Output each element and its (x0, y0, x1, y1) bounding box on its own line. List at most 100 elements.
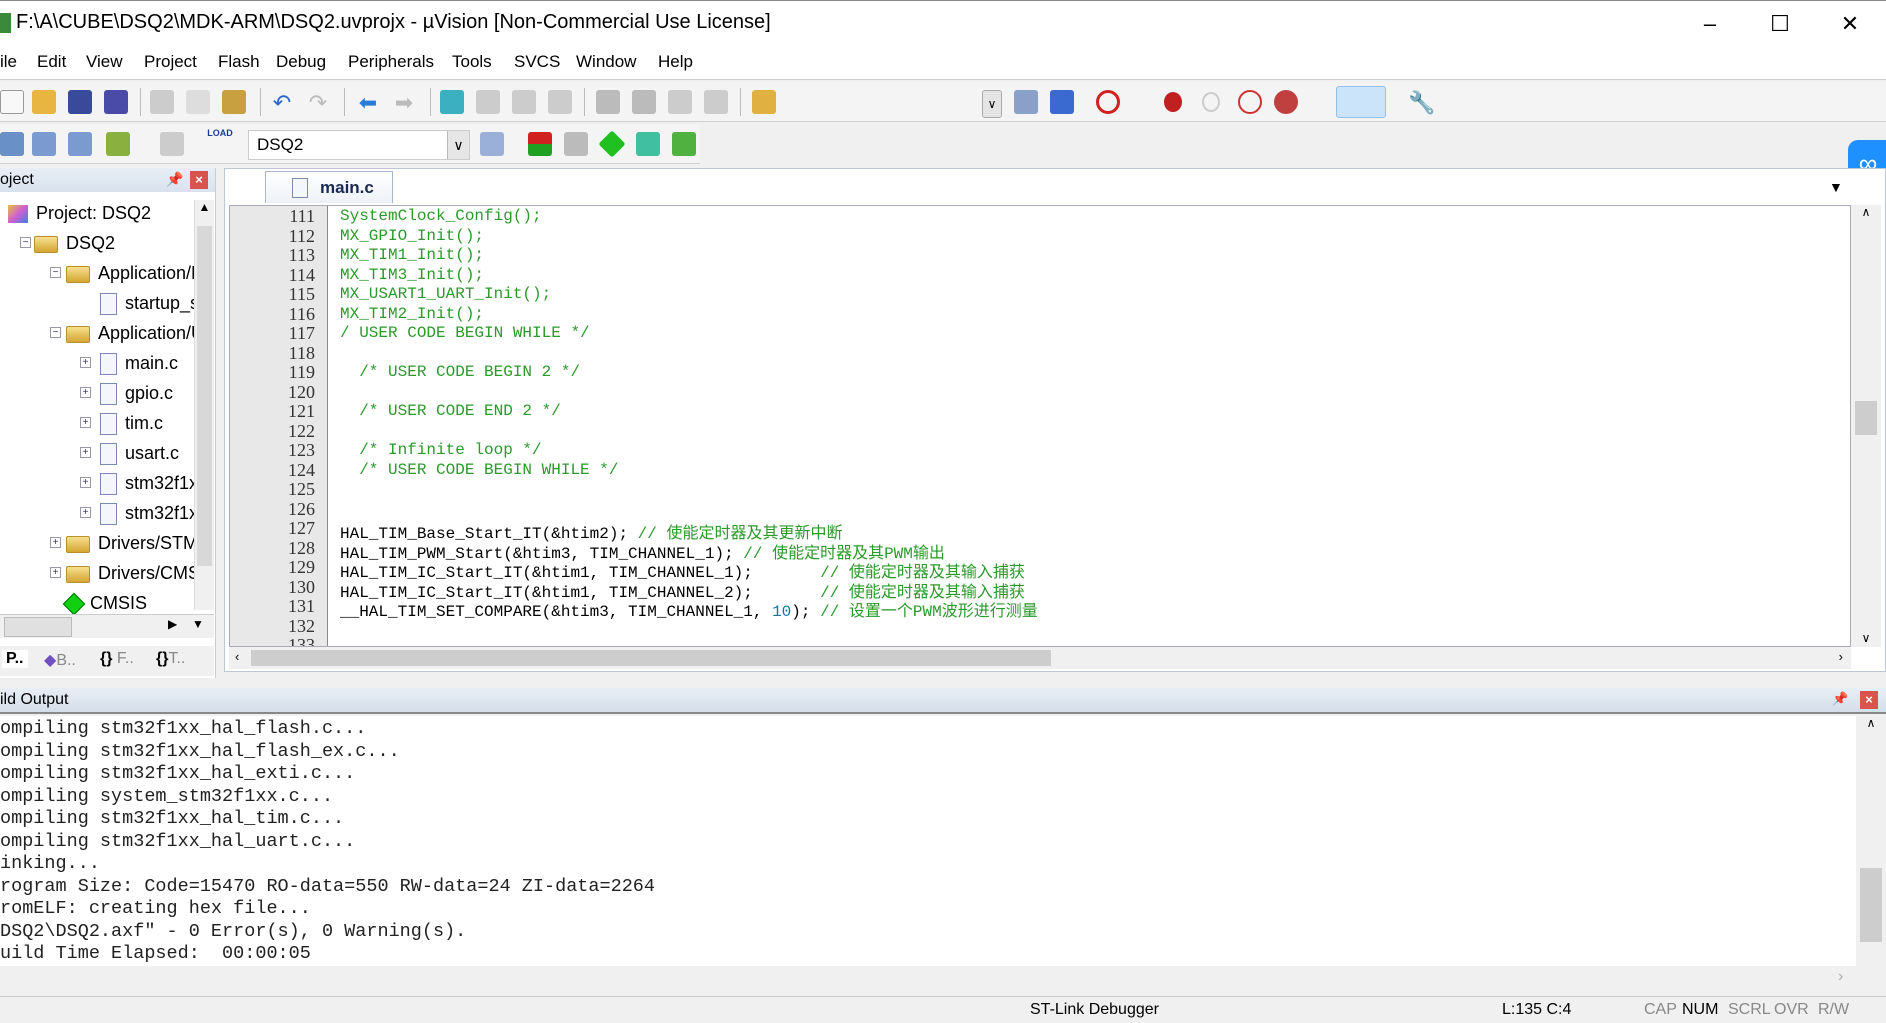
close-output-icon[interactable]: × (1860, 691, 1878, 709)
editor-vscrollbar[interactable]: ∧ ∨ (1851, 205, 1881, 647)
kill-breakpoints-icon[interactable] (1274, 90, 1298, 114)
scroll-right-icon[interactable]: › (1838, 968, 1843, 986)
tree-item[interactable]: + tim.c (0, 408, 196, 438)
disable-breakpoint-icon[interactable] (1202, 92, 1220, 112)
scroll-up-icon[interactable]: ▲ (195, 200, 214, 222)
tab-templates[interactable]: {}T.. (156, 650, 185, 668)
hscroll-thumb[interactable] (4, 617, 72, 637)
manage-project-icon[interactable] (528, 132, 552, 156)
manage-rte-icon[interactable] (598, 130, 626, 158)
menu-file[interactable]: ile (0, 52, 17, 72)
scroll-right-icon[interactable]: ▶ (168, 617, 177, 631)
code-area[interactable]: 111 112 113 114 115 116 117 118 119 120 121 122 123 1… (229, 205, 1851, 647)
translate-icon[interactable] (0, 132, 24, 156)
scroll-down-icon[interactable]: ∨ (1851, 631, 1881, 645)
menu-help[interactable]: Help (658, 52, 693, 72)
menu-svcs[interactable]: SVCS (514, 52, 560, 72)
indent-icon[interactable] (596, 90, 620, 114)
menu-peripherals[interactable]: Peripherals (348, 52, 434, 72)
expand-icon[interactable]: + (80, 447, 91, 458)
menu-edit[interactable]: Edit (37, 52, 66, 72)
menu-debug[interactable]: Debug (276, 52, 326, 72)
collapse-icon[interactable]: − (50, 267, 61, 278)
target-select[interactable]: DSQ2 ∨ (248, 130, 470, 160)
menu-window[interactable]: Window (576, 52, 636, 72)
nav-back-icon[interactable]: ⬅ (356, 90, 380, 115)
chevron-down-icon[interactable]: ∨ (447, 131, 469, 159)
cut-icon[interactable] (150, 90, 174, 114)
tree-item[interactable]: + Drivers/STM32F1xx_HAL_Driver (0, 528, 196, 558)
scroll-left-icon[interactable]: ‹ (235, 649, 239, 664)
configure-icon[interactable]: 🔧 (1408, 90, 1435, 115)
nav-forward-icon[interactable]: ➡ (392, 90, 416, 115)
open-icon[interactable] (32, 90, 56, 114)
download-icon[interactable]: LOAD (206, 128, 234, 158)
collapse-icon[interactable]: − (50, 327, 61, 338)
tree-item[interactable]: + stm32f1xx_hal_msp.c (0, 498, 196, 528)
window-layout-button[interactable] (1336, 86, 1386, 118)
tree-item[interactable]: + gpio.c (0, 378, 196, 408)
expand-icon[interactable]: + (80, 417, 91, 428)
minimize-button[interactable]: – (1690, 9, 1730, 39)
incremental-find-icon[interactable] (1050, 90, 1074, 114)
debug-session-icon[interactable] (1096, 90, 1120, 114)
tab-functions[interactable]: {} F.. (100, 650, 134, 668)
pin-icon[interactable]: 📌 (1832, 691, 1848, 707)
save-all-icon[interactable] (104, 90, 128, 114)
scroll-down-icon[interactable]: ▼ (192, 617, 204, 631)
copy-icon[interactable] (186, 90, 210, 114)
clear-bookmarks-icon[interactable] (548, 90, 572, 114)
tree-hscrollbar[interactable]: ▶ ▼ (0, 614, 214, 638)
tree-item[interactable]: − DSQ2 (0, 228, 196, 258)
tab-books[interactable]: ◆B.. (44, 650, 76, 670)
expand-icon[interactable]: + (50, 537, 61, 548)
next-bookmark-icon[interactable] (512, 90, 536, 114)
uncomment-icon[interactable] (704, 90, 728, 114)
build-output[interactable]: ompiling stm32f1xx_hal_flash.c... ompilin… (0, 716, 1886, 966)
find-combo-arrow[interactable]: ∨ (982, 90, 1002, 118)
expand-icon[interactable]: + (80, 387, 91, 398)
tree-item[interactable]: + Drivers/CMSIS (0, 558, 196, 588)
redo-icon[interactable]: ↷ (306, 90, 330, 115)
unindent-icon[interactable] (632, 90, 656, 114)
vscroll-thumb[interactable] (1855, 401, 1877, 435)
tree-item[interactable]: + main.c (0, 348, 196, 378)
paste-icon[interactable] (222, 90, 246, 114)
build-icon[interactable] (32, 132, 56, 156)
output-vscroll-thumb[interactable] (1860, 868, 1882, 942)
batch-build-icon[interactable] (106, 132, 130, 156)
output-hscrollbar[interactable]: › (0, 966, 1886, 988)
tree-item[interactable]: Project: DSQ2 (0, 198, 196, 228)
expand-icon[interactable]: + (80, 357, 91, 368)
options-for-target-icon[interactable] (480, 132, 504, 156)
expand-icon[interactable]: + (80, 477, 91, 488)
disable-all-breakpoints-icon[interactable] (1238, 90, 1262, 114)
breakpoint-icon[interactable] (1164, 92, 1182, 112)
software-packs-icon[interactable] (672, 132, 696, 156)
new-file-icon[interactable] (0, 90, 24, 114)
tree-vscrollbar[interactable]: ▲ (194, 200, 214, 610)
close-pane-icon[interactable]: × (190, 171, 208, 189)
stop-build-icon[interactable] (160, 132, 184, 156)
expand-icon[interactable]: + (80, 507, 91, 518)
tree-item[interactable]: − Application/User (0, 318, 196, 348)
editor-hscrollbar[interactable]: ‹ › (229, 647, 1851, 669)
tab-main-c[interactable]: main.c (265, 171, 393, 203)
undo-icon[interactable]: ↶ (270, 90, 294, 115)
tree-item[interactable]: + usart.c (0, 438, 196, 468)
prev-bookmark-icon[interactable] (476, 90, 500, 114)
pin-icon[interactable]: 📌 (166, 171, 183, 188)
save-icon[interactable] (68, 90, 92, 114)
expand-icon[interactable]: + (50, 567, 61, 578)
menu-view[interactable]: View (86, 52, 123, 72)
select-packs-icon[interactable] (564, 132, 588, 156)
pack-installer-icon[interactable] (636, 132, 660, 156)
menu-project[interactable]: Project (144, 52, 197, 72)
tree-item[interactable]: − Application/MDK-ARM (0, 258, 196, 288)
find-icon[interactable] (1014, 90, 1038, 114)
close-button[interactable]: ✕ (1830, 9, 1870, 39)
rebuild-icon[interactable] (68, 132, 92, 156)
tree-item[interactable]: startup_stm32f103xb.s (0, 288, 196, 318)
scroll-up-icon[interactable]: ∧ (1856, 716, 1886, 730)
find-in-files-icon[interactable] (752, 90, 776, 114)
